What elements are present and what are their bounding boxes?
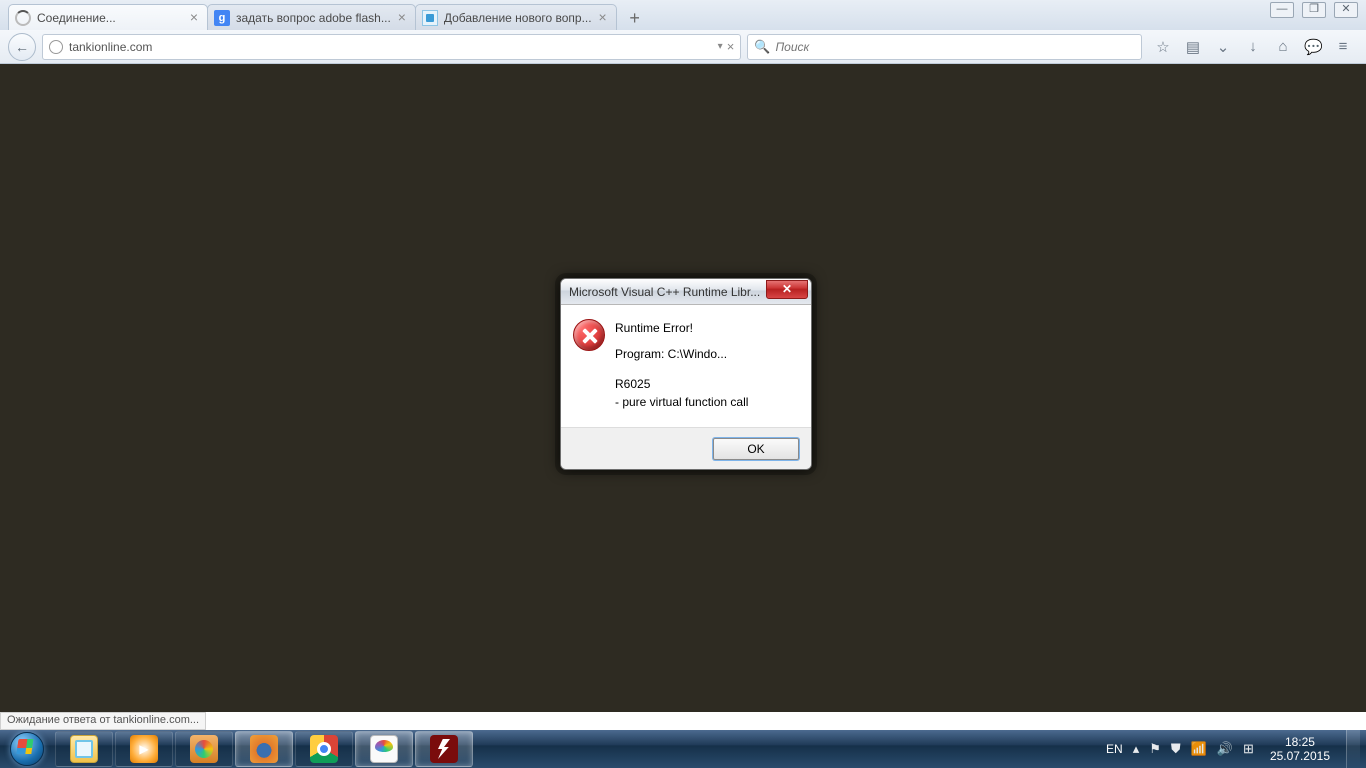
tray-network-icon[interactable]: 📶 — [1191, 741, 1207, 757]
tab-strip: Соединение... × g задать вопрос adobe fl… — [0, 0, 1366, 30]
tab-2[interactable]: Добавление нового вопр... × — [415, 4, 617, 30]
error-program: Program: C:\Windo... — [615, 345, 748, 363]
dialog-body: Runtime Error! Program: C:\Windo... R602… — [561, 305, 811, 427]
address-bar[interactable]: tankionline.com ▾ × — [42, 34, 741, 60]
bookmark-star-icon[interactable]: ☆ — [1154, 38, 1172, 56]
tray-volume-icon[interactable]: 🔊 — [1217, 741, 1233, 757]
error-icon — [573, 319, 605, 351]
taskbar-chrome[interactable] — [295, 731, 353, 767]
language-indicator[interactable]: EN — [1106, 742, 1123, 756]
url-text: tankionline.com — [69, 40, 714, 54]
tray-app-icon[interactable]: ⊞ — [1243, 741, 1254, 757]
dialog-footer: OK — [561, 427, 811, 469]
taskbar-clock[interactable]: 18:25 25.07.2015 — [1264, 735, 1336, 764]
tab-title: Добавление нового вопр... — [444, 11, 592, 25]
firefox-icon — [250, 735, 278, 763]
arrow-left-icon: ← — [15, 39, 29, 55]
site-favicon-icon — [422, 10, 438, 26]
tray-shield-icon[interactable]: ⛊ — [1171, 741, 1181, 757]
home-icon[interactable]: ⌂ — [1274, 38, 1292, 56]
status-bar: Ожидание ответа от tankionline.com... — [0, 712, 206, 730]
search-bar[interactable]: 🔍 — [747, 34, 1142, 60]
error-dialog: Microsoft Visual C++ Runtime Libr... ✕ R… — [560, 278, 812, 470]
tray-chevron-icon[interactable]: ▴ — [1133, 741, 1140, 757]
media-player-icon — [130, 735, 158, 763]
minimize-button[interactable]: — — [1270, 2, 1294, 18]
show-desktop-button[interactable] — [1346, 730, 1360, 768]
loading-spinner-icon — [15, 10, 31, 26]
taskbar-explorer[interactable] — [55, 731, 113, 767]
paint-icon — [370, 735, 398, 763]
explorer-icon — [70, 735, 98, 763]
dialog-close-button[interactable]: ✕ — [766, 280, 808, 299]
flash-icon — [430, 735, 458, 763]
pocket-icon[interactable]: ⌄ — [1214, 38, 1232, 56]
error-detail: - pure virtual function call — [615, 393, 748, 411]
maximize-button[interactable]: ❐ — [1302, 2, 1326, 18]
search-icon: 🔍 — [754, 39, 770, 55]
start-button[interactable] — [0, 730, 54, 768]
dialog-title: Microsoft Visual C++ Runtime Libr... — [569, 285, 766, 299]
dropdown-icon[interactable]: ▾ — [718, 41, 723, 52]
menu-icon[interactable]: ≡ — [1334, 38, 1352, 56]
chrome-icon — [310, 735, 338, 763]
clock-date: 25.07.2015 — [1270, 749, 1330, 763]
taskbar: EN ▴ ⚑ ⛊ 📶 🔊 ⊞ 18:25 25.07.2015 — [0, 730, 1366, 768]
tab-close-icon[interactable]: × — [596, 11, 610, 25]
back-button[interactable]: ← — [8, 33, 36, 61]
taskbar-media-player[interactable] — [115, 731, 173, 767]
system-tray: EN ▴ ⚑ ⛊ 📶 🔊 ⊞ 18:25 25.07.2015 — [1106, 730, 1366, 768]
tab-active[interactable]: Соединение... × — [8, 4, 208, 30]
window-controls: — ❐ ✕ — [1266, 0, 1362, 20]
google-favicon-icon: g — [214, 10, 230, 26]
dialog-text: Runtime Error! Program: C:\Windo... R602… — [615, 319, 748, 411]
dialog-titlebar[interactable]: Microsoft Visual C++ Runtime Libr... ✕ — [561, 279, 811, 305]
close-window-button[interactable]: ✕ — [1334, 2, 1358, 18]
taskbar-flash[interactable] — [415, 731, 473, 767]
error-code: R6025 — [615, 375, 748, 393]
taskbar-paint[interactable] — [355, 731, 413, 767]
windows-logo-icon — [10, 732, 44, 766]
chat-icon[interactable]: 💬 — [1304, 38, 1322, 56]
new-tab-button[interactable]: + — [622, 8, 648, 30]
tab-title: задать вопрос adobe flash... — [236, 11, 391, 25]
tray-flag-icon[interactable]: ⚑ — [1149, 741, 1161, 757]
search-input[interactable] — [775, 40, 1135, 54]
tab-title: Соединение... — [37, 11, 183, 25]
tab-close-icon[interactable]: × — [395, 11, 409, 25]
error-heading: Runtime Error! — [615, 319, 748, 337]
ok-button[interactable]: OK — [713, 438, 799, 460]
reader-icon[interactable]: ▤ — [1184, 38, 1202, 56]
taskbar-app[interactable] — [175, 731, 233, 767]
downloads-icon[interactable]: ↓ — [1244, 38, 1262, 56]
taskbar-firefox[interactable] — [235, 731, 293, 767]
stop-icon[interactable]: × — [727, 39, 735, 54]
nav-toolbar: ← tankionline.com ▾ × 🔍 ☆ ▤ ⌄ ↓ ⌂ 💬 ≡ — [0, 30, 1366, 64]
tab-1[interactable]: g задать вопрос adobe flash... × — [207, 4, 416, 30]
clock-time: 18:25 — [1270, 735, 1330, 749]
globe-icon — [49, 40, 63, 54]
status-text: Ожидание ответа от tankionline.com... — [7, 714, 199, 726]
toolbar-icons: ☆ ▤ ⌄ ↓ ⌂ 💬 ≡ — [1148, 38, 1358, 56]
tab-close-icon[interactable]: × — [187, 11, 201, 25]
app-icon — [190, 735, 218, 763]
